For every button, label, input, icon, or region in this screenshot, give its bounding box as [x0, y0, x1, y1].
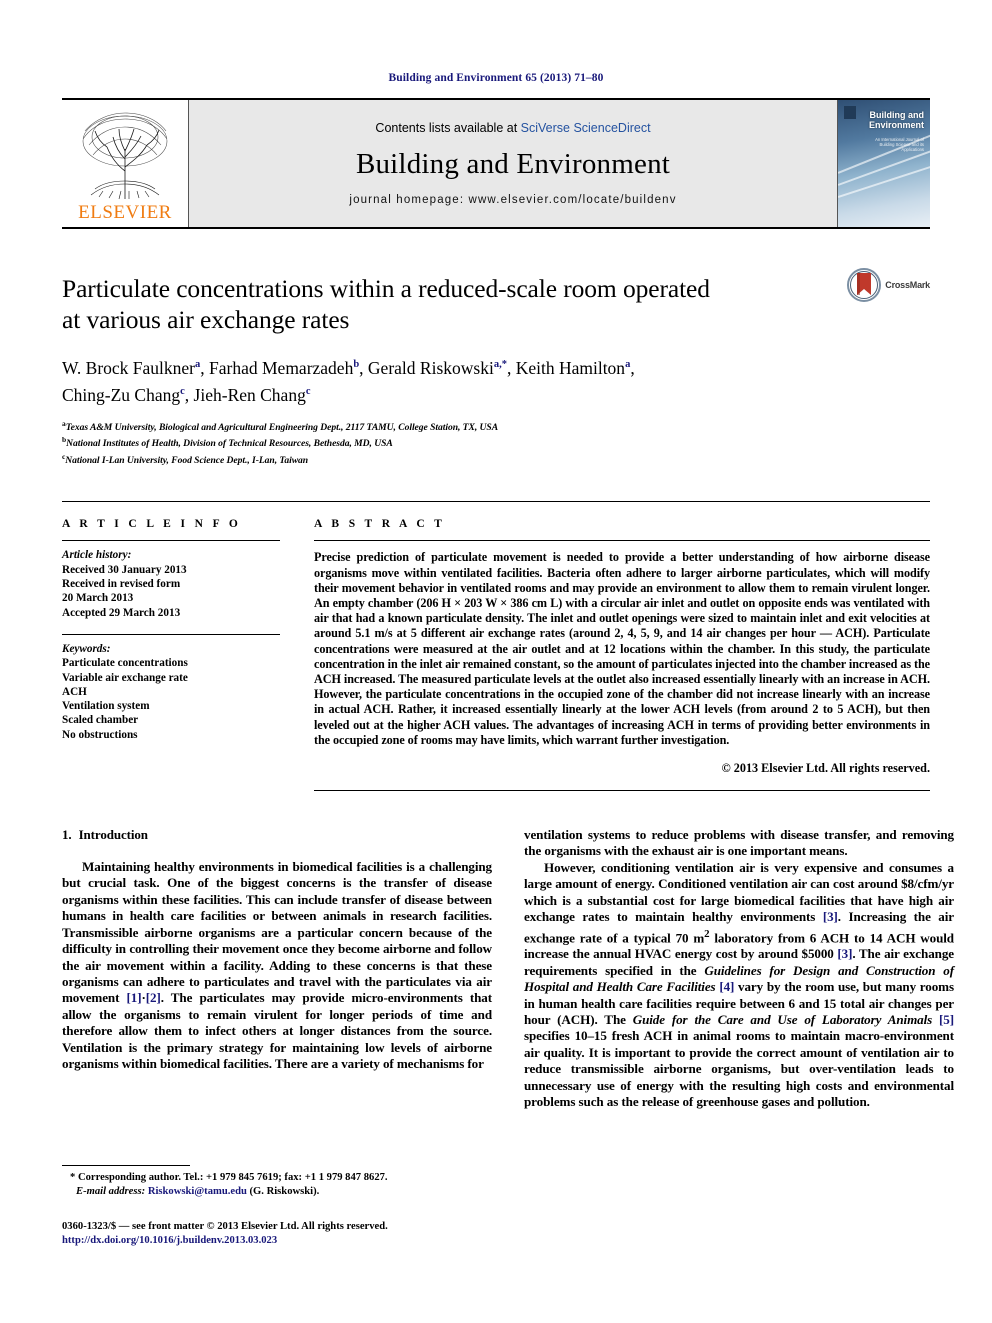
article-history-item: 20 March 2013	[62, 592, 134, 605]
journal-cover-thumbnail: Building and Environment An Internationa…	[837, 100, 930, 227]
abstract-heading: A B S T R A C T	[314, 518, 446, 531]
body-columns: 1. Introduction Maintaining healthy envir…	[62, 827, 954, 1247]
citation-ref-4[interactable]: [4]	[719, 979, 734, 994]
article-history-label: Article history:	[62, 549, 132, 562]
masthead-center: Contents lists available at SciVerse Sci…	[189, 100, 837, 227]
intro-text-part1: Maintaining healthy environments in biom…	[62, 859, 492, 1006]
footnotes-block: * Corresponding author. Tel.: +1 979 845…	[62, 1165, 492, 1247]
affiliation-text: Texas A&M University, Biological and Agr…	[65, 421, 499, 433]
cover-badge-icon	[844, 106, 856, 119]
author-name: Farhad Memarzadeh	[209, 357, 354, 378]
keyword-item: Variable air exchange rate	[62, 671, 188, 684]
citation-ref-1[interactable]: [1]	[127, 990, 142, 1005]
info-abstract-section: A R T I C L E I N F O Article history: R…	[62, 501, 930, 792]
author-affil-mark: a	[195, 359, 201, 370]
running-head: Building and Environment 65 (2013) 71–80	[388, 72, 604, 84]
keywords-label: Keywords:	[62, 642, 111, 655]
author-affil-mark: b	[353, 359, 360, 370]
keyword-item: Ventilation system	[62, 700, 150, 713]
keyword-item: Scaled chamber	[62, 714, 139, 727]
imprint-line: 0360-1323/$ — see front matter © 2013 El…	[62, 1221, 388, 1233]
author-affil-mark: a,*	[493, 359, 507, 370]
article-history-item: Received 30 January 2013	[62, 563, 187, 576]
article-history-group: Article history: Received 30 January 201…	[62, 541, 280, 619]
email-note: E-mail address: Riskowski@tamu.edu (G. R…	[62, 1185, 492, 1198]
author-name: Keith Hamilton	[515, 357, 626, 378]
email-label: E-mail address:	[76, 1185, 146, 1197]
article-title-line2: at various air exchange rates	[62, 305, 350, 334]
cover-title-line2: Environment	[868, 120, 924, 130]
author-list: W. Brock Faulknera, Farhad Memarzadehb, …	[62, 357, 635, 405]
citation-ref-3b[interactable]: [3]	[837, 946, 852, 961]
crossmark-icon	[847, 268, 882, 302]
corresponding-star: *	[70, 1172, 76, 1184]
article-history-item: Received in revised form	[62, 578, 181, 591]
email-suffix: (G. Riskowski).	[249, 1185, 320, 1197]
affiliation-list: aTexas A&M University, Biological and Ag…	[62, 418, 930, 468]
body-column-right: ventilation systems to reduce problems w…	[524, 827, 954, 1247]
crossmark-badge[interactable]: CrossMark	[847, 268, 930, 302]
elsevier-tree-icon	[82, 112, 168, 200]
cover-title-line1: Building and	[869, 110, 925, 120]
abstract-copyright: © 2013 Elsevier Ltd. All rights reserved…	[721, 761, 930, 776]
guideline-title-2: Guide for the Care and Use of Laboratory…	[632, 1011, 933, 1027]
author-name: W. Brock Faulkner	[62, 357, 196, 378]
keyword-item: Particulate concentrations	[62, 657, 188, 670]
author-name: Jieh-Ren Chang	[193, 384, 306, 405]
footnote-divider	[62, 1165, 190, 1167]
keyword-item: No obstructions	[62, 728, 138, 741]
email-link[interactable]: Riskowski@tamu.edu	[148, 1186, 247, 1197]
citation-ref-3a[interactable]: [3]	[823, 909, 838, 924]
keyword-item: ACH	[62, 685, 87, 698]
section-title-text: Introduction	[78, 827, 148, 843]
contents-available-line: Contents lists available at SciVerse Sci…	[375, 121, 650, 135]
elsevier-logo: ELSEVIER	[62, 100, 189, 227]
doi-link[interactable]: http://dx.doi.org/10.1016/j.buildenv.201…	[62, 1234, 492, 1247]
abstract-bottom-rule	[314, 790, 930, 792]
intro-paragraph-right-2: However, conditioning ventilation air is…	[524, 860, 954, 1110]
journal-masthead: ELSEVIER Contents lists available at Sci…	[62, 98, 930, 229]
journal-title: Building and Environment	[355, 148, 671, 180]
crossmark-label: CrossMark	[885, 280, 930, 290]
energy-text-part6: specifies 10–15 fresh ACH in animal room…	[524, 1028, 954, 1109]
article-info-heading: A R T I C L E I N F O	[62, 518, 242, 531]
abstract-column: A B S T R A C T Precise prediction of pa…	[314, 518, 930, 792]
contents-prefix: Contents lists available at	[375, 121, 521, 135]
corresponding-author-note: * Corresponding author. Tel.: +1 979 845…	[62, 1171, 492, 1184]
author-name: Gerald Riskowski	[367, 357, 494, 378]
citation-ref-5[interactable]: [5]	[939, 1012, 954, 1027]
keywords-group: Keywords: Particulate concentrations Var…	[62, 635, 280, 742]
affiliation-text: National Institutes of Health, Division …	[66, 438, 393, 450]
page-title: Particulate concentrations within a redu…	[62, 273, 822, 335]
elsevier-wordmark: ELSEVIER	[78, 202, 172, 223]
section-heading-introduction: 1. Introduction	[62, 827, 492, 843]
affiliation-item: cNational I-Lan University, Food Science…	[62, 451, 930, 468]
affiliation-text: National I-Lan University, Food Science …	[65, 455, 309, 467]
intro-paragraph-right-cont: ventilation systems to reduce problems w…	[524, 827, 954, 859]
intro-paragraph-left: Maintaining healthy environments in biom…	[62, 859, 492, 1072]
journal-homepage[interactable]: journal homepage: www.elsevier.com/locat…	[349, 194, 676, 206]
article-page: Building and Environment 65 (2013) 71–80	[0, 0, 992, 1323]
citation-ref-2[interactable]: [2]	[146, 990, 161, 1005]
title-block: CrossMark Particulate concentrations wit…	[62, 268, 930, 468]
author-name: Ching-Zu Chang	[62, 384, 181, 405]
cover-title: Building and Environment	[869, 110, 924, 130]
corresponding-text: Corresponding author. Tel.: +1 979 845 7…	[77, 1172, 388, 1184]
sciencedirect-link[interactable]: SciVerse ScienceDirect	[521, 121, 651, 135]
article-history-item: Accepted 29 March 2013	[62, 606, 181, 619]
author-affil-mark: c	[180, 385, 185, 397]
abstract-text: Precise prediction of particulate moveme…	[314, 550, 930, 747]
article-title-line1: Particulate concentrations within a redu…	[62, 274, 710, 303]
affiliation-item: aTexas A&M University, Biological and Ag…	[62, 418, 930, 435]
section-number: 1.	[62, 827, 72, 843]
body-column-left: 1. Introduction Maintaining healthy envir…	[62, 827, 492, 1247]
article-info-column: A R T I C L E I N F O Article history: R…	[62, 518, 280, 791]
affiliation-item: bNational Institutes of Health, Division…	[62, 434, 930, 451]
author-affil-mark: c	[305, 385, 311, 397]
imprint-block: 0360-1323/$ — see front matter © 2013 El…	[62, 1220, 492, 1247]
author-affil-mark: a	[625, 359, 631, 370]
